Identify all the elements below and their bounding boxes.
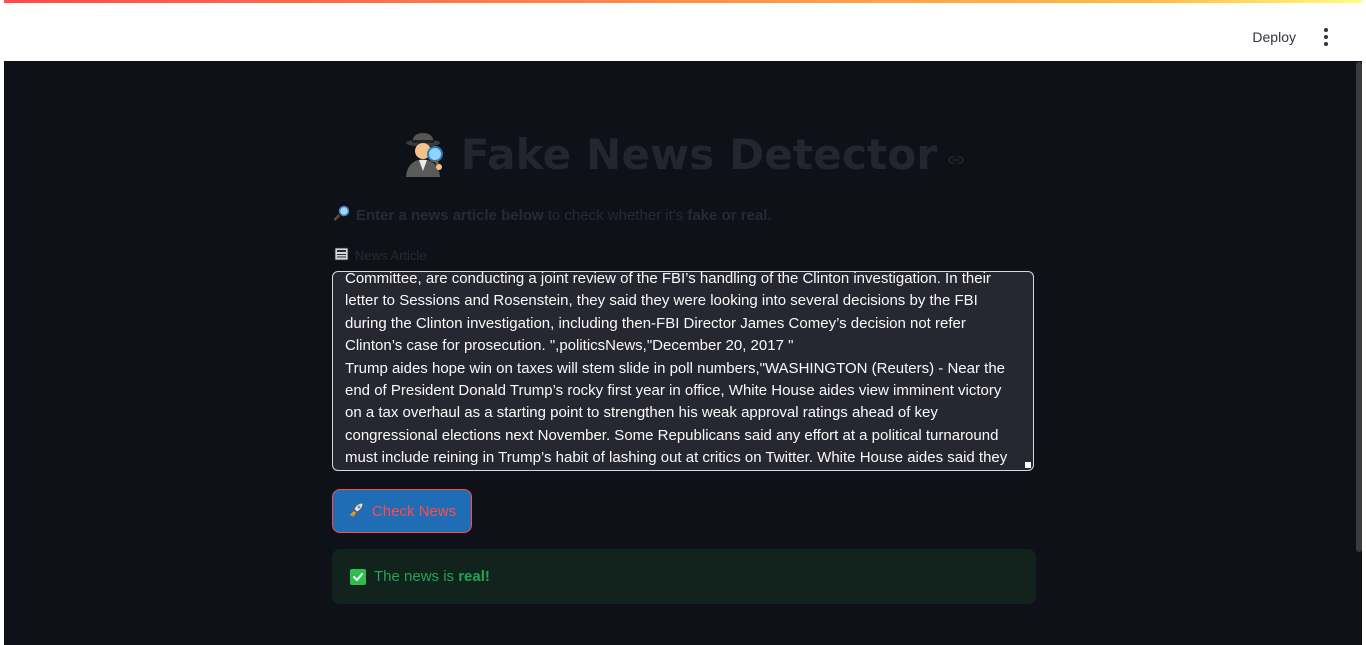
subtitle-emphasis-end: fake or real. [687,206,772,224]
deploy-button[interactable]: Deploy [1252,25,1296,49]
news-article-text[interactable]: Committee, are conducting a joint review… [345,272,1019,470]
link-icon[interactable] [947,153,965,165]
subtitle-text: to check whether it's [543,206,688,224]
title-row: Fake News Detector [4,130,1362,184]
magnifier-icon [333,205,350,225]
main-menu-icon[interactable] [1316,26,1336,48]
top-header: Deploy [4,0,1362,61]
check-mark-icon [350,568,366,585]
resize-handle[interactable] [1025,462,1031,468]
subtitle: Enter a news article below to check whet… [333,205,772,225]
rocket-icon [348,500,366,522]
result-value: real! [458,568,490,585]
newspaper-icon [334,247,349,264]
result-alert: The news is real! [332,549,1036,604]
check-news-button[interactable]: Check News [332,489,472,533]
news-article-textarea[interactable]: Committee, are conducting a joint review… [332,271,1034,471]
check-news-label: Check News [371,502,457,520]
detective-icon [401,131,447,179]
header-decoration-bar [4,0,1362,3]
textarea-label: News Article [334,247,427,264]
subtitle-emphasis: Enter a news article below [356,206,544,224]
textarea-label-text: News Article [355,248,427,263]
app-frame: Deploy Fake News Detector Enter a news a… [4,0,1362,645]
result-text: The news is [374,568,459,585]
page-title: Fake News Detector [460,130,938,179]
